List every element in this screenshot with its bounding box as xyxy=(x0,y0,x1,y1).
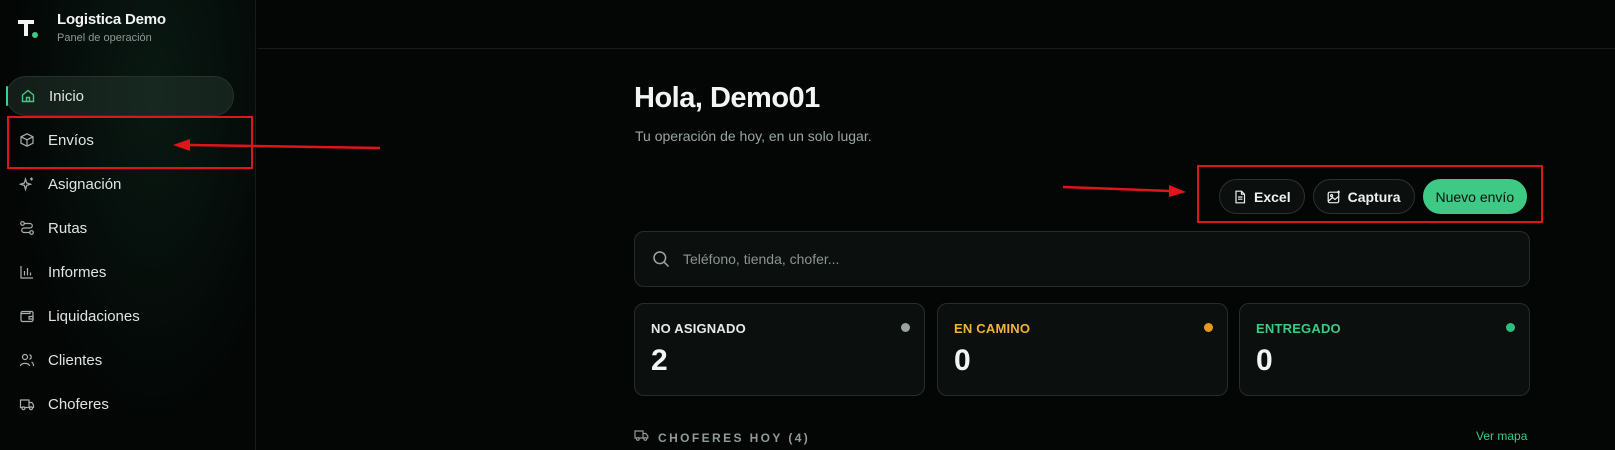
sidebar-item-inicio[interactable]: Inicio xyxy=(6,76,234,116)
bar-chart-icon xyxy=(19,264,35,280)
search-icon xyxy=(652,250,670,268)
app-logo-icon xyxy=(14,15,40,41)
status-dot-icon xyxy=(901,323,910,332)
annotation-arrow-actions xyxy=(1062,185,1171,193)
view-map-link[interactable]: Ver mapa xyxy=(1476,429,1527,443)
sidebar-item-label: Choferes xyxy=(48,395,109,413)
sidebar-item-label: Informes xyxy=(48,263,107,281)
sidebar: Logistica Demo Panel de operación Inicio… xyxy=(0,0,256,450)
sidebar-item-rutas[interactable]: Rutas xyxy=(6,208,234,248)
page-title: Hola, Demo01 xyxy=(634,82,820,114)
app-subtitle: Panel de operación xyxy=(57,32,152,44)
sidebar-item-label: Liquidaciones xyxy=(48,307,140,325)
status-dot-icon xyxy=(1204,323,1213,332)
sidebar-item-label: Rutas xyxy=(48,219,88,237)
top-bar xyxy=(257,0,1615,49)
sidebar-item-clientes[interactable]: Clientes xyxy=(6,340,234,380)
page-subtitle: Tu operación de hoy, en un solo lugar. xyxy=(635,128,872,144)
annotation-arrowhead-actions xyxy=(1169,185,1186,197)
search-bar[interactable] xyxy=(634,231,1530,287)
stat-value: 2 xyxy=(651,344,668,377)
stat-label: ENTREGADO xyxy=(1256,321,1341,336)
search-input[interactable] xyxy=(683,251,1483,267)
sidebar-item-label: Asignación xyxy=(48,175,122,193)
stat-value: 0 xyxy=(1256,344,1273,377)
stat-label: EN CAMINO xyxy=(954,321,1031,336)
status-dot-icon xyxy=(1506,323,1515,332)
sidebar-item-label: Inicio xyxy=(49,87,85,105)
truck-icon xyxy=(634,429,649,447)
users-icon xyxy=(19,352,35,368)
route-icon xyxy=(19,220,35,236)
stat-card-entregado[interactable]: ENTREGADO 0 xyxy=(1239,303,1530,396)
sparkles-icon xyxy=(19,176,35,192)
stat-label: NO ASIGNADO xyxy=(651,321,746,336)
sidebar-item-choferes[interactable]: Choferes xyxy=(6,384,234,424)
sidebar-item-liquidaciones[interactable]: Liquidaciones xyxy=(6,296,234,336)
annotation-box-actions xyxy=(1197,165,1543,223)
drivers-section-header: CHOFERES HOY (4) xyxy=(634,429,810,447)
app-title: Logistica Demo xyxy=(57,11,166,28)
sidebar-item-asignacion[interactable]: Asignación xyxy=(6,164,234,204)
sidebar-item-informes[interactable]: Informes xyxy=(6,252,234,292)
stat-card-no-asignado[interactable]: NO ASIGNADO 2 xyxy=(634,303,925,396)
home-icon xyxy=(20,88,36,104)
sidebar-item-label: Clientes xyxy=(48,351,103,369)
annotation-box-envios xyxy=(7,116,253,169)
stat-card-en-camino[interactable]: EN CAMINO 0 xyxy=(937,303,1228,396)
stat-value: 0 xyxy=(954,344,971,377)
truck-icon xyxy=(19,396,35,412)
drivers-section-title: CHOFERES HOY (4) xyxy=(658,431,811,445)
wallet-icon xyxy=(19,308,35,324)
brand[interactable]: Logistica Demo Panel de operación xyxy=(14,11,166,44)
